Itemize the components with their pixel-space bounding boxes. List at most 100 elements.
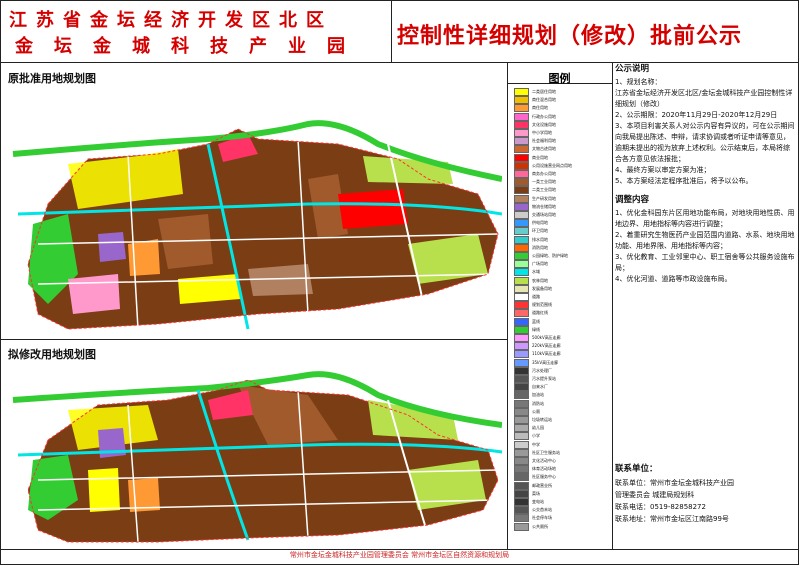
legend-label: 一类工业用地: [532, 179, 556, 185]
legend-label: 邮政营业所: [532, 482, 552, 488]
legend-swatch: [514, 186, 529, 195]
legend-item: 一类工业用地: [514, 178, 556, 187]
legend-item: 公交首末站: [514, 506, 552, 515]
legend-item: 商住混合用地: [514, 96, 556, 105]
legend-item: 垃圾转运站: [514, 416, 552, 424]
legend-label: 农林用地: [532, 277, 548, 283]
legend-item: 小学: [514, 432, 540, 441]
legend-label: 商务办公用地: [532, 171, 556, 176]
legend-label: 500kV高压走廊: [532, 335, 561, 340]
legend-label: 220kV高压走廊: [532, 343, 561, 349]
legend-item: 环卫用地: [514, 227, 548, 236]
maps-divider: [1, 339, 507, 340]
legend-item: 二类居住用地: [514, 88, 556, 96]
legend-label: 公用设施营业网点用地: [532, 162, 572, 168]
legend-swatch: [514, 407, 529, 416]
legend-swatch: [514, 522, 529, 531]
legend-label: 污水提升泵站: [532, 376, 556, 381]
legend-swatch: [514, 358, 529, 367]
legend-label: 供电用地: [532, 220, 548, 226]
legend-label: 消防站: [532, 400, 544, 406]
title-vertical-divider: [391, 1, 392, 62]
notice-item-5: 5、本方案经法定程序批准后，将予以公布。: [615, 177, 753, 185]
legend-swatch: [514, 284, 529, 293]
legend-label: 小学: [532, 433, 540, 439]
legend-label: 公共厕所: [532, 523, 548, 529]
legend-swatch: [514, 334, 529, 342]
legend-item: 消防用地: [514, 243, 548, 252]
legend-swatch: [514, 96, 529, 105]
legend-label: 交通场站用地: [532, 212, 556, 217]
legend-swatch: [514, 227, 529, 236]
legend-item: 绿线: [514, 325, 540, 334]
notice-item-2: 2、公示期限：2020年11月29日-2020年12月29日: [615, 111, 778, 119]
legend-item: 社区卫生服务站: [514, 448, 560, 457]
legend-label: 道路红线: [532, 310, 548, 316]
legend-item: 污水提升泵站: [514, 375, 556, 383]
legend-swatch: [514, 325, 529, 334]
legend-notice-divider: [612, 62, 613, 550]
legend-swatch: [514, 243, 529, 252]
legend-swatch: [514, 301, 529, 310]
original-land-use-map: [8, 84, 502, 334]
legend-label: 社区卫生服务站: [532, 449, 560, 455]
legend-item: 二类工业用地: [514, 186, 556, 195]
legend-label: 社会停车场: [532, 515, 552, 521]
legend-item: 35kV高压走廊: [514, 358, 558, 367]
legend-label: 物流仓储用地: [532, 203, 556, 209]
legend-item: 体育活动场地: [514, 465, 556, 474]
header-divider: [1, 62, 798, 63]
legend-item: 水域: [514, 268, 540, 277]
legend-swatch: [514, 161, 529, 170]
legend-swatch: [514, 145, 529, 154]
legend-swatch: [514, 342, 529, 351]
legend-swatch: [514, 276, 529, 285]
legend-label: 体育活动场地: [532, 466, 556, 472]
notice-item-1: 1、规划名称：: [615, 78, 662, 86]
legend-item: 文物古迹用地: [514, 145, 556, 154]
legend-item: 菜场: [514, 489, 540, 498]
legend-item: 500kV高压走廊: [514, 334, 561, 342]
legend-swatch: [514, 120, 529, 129]
legend-item: 变电站: [514, 498, 544, 506]
main-title: 控制性详细规划（修改）批前公示: [397, 24, 743, 49]
legend-item: 幼儿园: [514, 424, 544, 433]
legend-swatch: [514, 129, 529, 137]
title-block: 江苏省金坛经济开发区北区 金坛金城科技产业园: [1, 1, 391, 61]
legend-item: 中小学用地: [514, 129, 552, 137]
legend-label: 社区服务中心: [532, 474, 556, 480]
legend-swatch: [514, 465, 529, 474]
notice-item-4: 4、最终方案以审定方案为准；: [615, 166, 711, 174]
notice-panel: 公示说明 1、规划名称： 江苏省金坛经济开发区北区/金坛金城科技产业园控制性详细…: [615, 64, 795, 285]
legend-swatch: [514, 350, 529, 359]
legend-label: 商住用地: [532, 105, 548, 111]
legend-swatch: [514, 112, 529, 121]
legend-swatch: [514, 391, 529, 400]
legend-swatch: [514, 489, 529, 498]
legend-label: 二类居住用地: [532, 89, 556, 94]
legend-label: 排水用地: [532, 236, 548, 242]
legend-item: 行政办公用地: [514, 112, 556, 121]
legend-swatch: [514, 170, 529, 178]
legend-item: 公用设施营业网点用地: [514, 161, 572, 170]
contact-phone-value: 0519-82858272: [650, 503, 706, 511]
notice-item-1b: 江苏省金坛经济开发区北区/金坛金城科技产业园控制性详细规划（修改）: [615, 89, 793, 108]
adjust-item-3: 3、优化教育、工业邻里中心、职工宿舍等公共服务设施布局；: [615, 253, 795, 272]
legend-swatch: [514, 375, 529, 383]
legend-item: 污水处理厂: [514, 366, 552, 375]
legend-item: 交通场站用地: [514, 211, 556, 219]
legend-swatch: [514, 366, 529, 375]
footer-text: 常州市金坛金城科技产业园管理委员会 常州市金坛区自然资源和规划局: [289, 551, 510, 559]
legend-item: 物流仓储用地: [514, 202, 556, 211]
legend-item: 文化活动中心: [514, 457, 556, 465]
legend-label: 变电站: [532, 499, 544, 504]
notice-title: 公示说明: [615, 64, 650, 74]
legend-item: 社区服务中心: [514, 473, 556, 482]
legend-swatch: [514, 383, 529, 392]
legend-label: 二类工业用地: [532, 187, 556, 193]
legend-label: 110kV高压走廊: [532, 351, 561, 357]
legend-label: 水域: [532, 269, 540, 275]
title-line1: 江苏省金坛经济开发区北区: [9, 10, 333, 31]
legend-item: 商住用地: [514, 104, 548, 113]
notice-item-3: 3、本项目利害关系人对公示内容有异议的，可在公示期间向我局提出陈述、申辩，请求协…: [615, 122, 795, 163]
